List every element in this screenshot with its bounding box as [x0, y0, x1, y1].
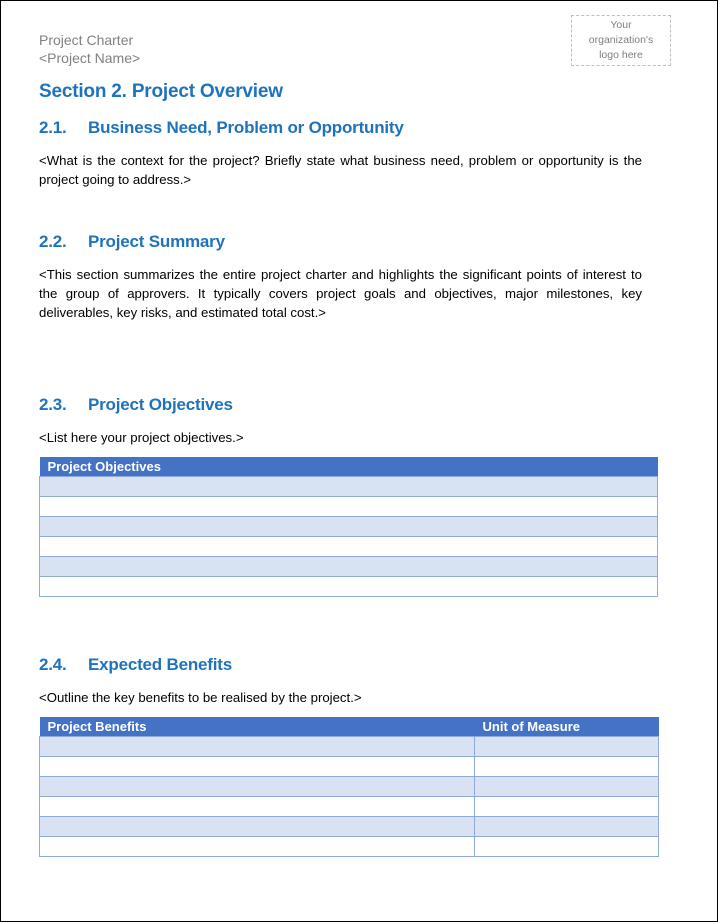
benefits-table: Project Benefits Unit of Measure [39, 717, 659, 857]
table-cell[interactable] [39, 796, 475, 817]
subsection-title: Project Summary [88, 232, 225, 251]
table-cell[interactable] [39, 556, 658, 577]
table-row [39, 556, 658, 577]
table-cell[interactable] [474, 836, 659, 857]
document-title: Project Charter [39, 32, 134, 48]
table-header-project-benefits: Project Benefits [39, 717, 475, 737]
table-cell[interactable] [39, 576, 658, 597]
table-row [39, 536, 658, 557]
table-cell[interactable] [39, 776, 475, 797]
table-row [39, 776, 659, 797]
table-header-unit-of-measure: Unit of Measure [474, 717, 659, 737]
table-cell[interactable] [39, 836, 475, 857]
table-cell[interactable] [474, 776, 659, 797]
table-cell[interactable] [474, 816, 659, 837]
subsection-title: Expected Benefits [88, 655, 232, 674]
subsection-title: Business Need, Problem or Opportunity [88, 118, 404, 137]
subsection-number: 2.3. [39, 395, 67, 414]
subsection-number: 2.4. [39, 655, 67, 674]
table-row [39, 756, 659, 777]
subsection-body-2-3: <List here your project objectives.> [39, 430, 244, 445]
table-row [39, 836, 659, 857]
table-row [39, 516, 658, 537]
table-cell[interactable] [39, 476, 658, 497]
table-header-project-objectives: Project Objectives [39, 457, 658, 477]
table-row [39, 796, 659, 817]
table-cell[interactable] [474, 756, 659, 777]
table-cell[interactable] [474, 796, 659, 817]
project-name: <Project Name> [39, 50, 141, 66]
table-cell[interactable] [39, 816, 475, 837]
subsection-title: Project Objectives [88, 395, 233, 414]
table-row [39, 816, 659, 837]
subsection-body-2-2: <This section summarizes the entire proj… [39, 267, 642, 320]
table-cell[interactable] [39, 756, 475, 777]
subsection-heading-2-4: 2.4. Expected Benefits [39, 655, 232, 675]
table-row [39, 576, 658, 597]
subsection-number: 2.2. [39, 232, 67, 251]
subsection-heading-2-3: 2.3. Project Objectives [39, 395, 233, 415]
subsection-number: 2.1. [39, 118, 67, 137]
table-row [39, 736, 659, 757]
table-cell[interactable] [39, 516, 658, 537]
table-row [39, 476, 658, 497]
subsection-heading-2-1: 2.1. Business Need, Problem or Opportunit… [39, 118, 404, 138]
table-cell[interactable] [39, 736, 475, 757]
table-cell[interactable] [39, 536, 658, 557]
subsection-heading-2-2: 2.2. Project Summary [39, 232, 225, 252]
objectives-table: Project Objectives [39, 457, 658, 597]
table-row [39, 496, 658, 517]
logo-placeholder: Your organization's logo here [571, 15, 671, 66]
subsection-body-2-1: <What is the context for the project? Br… [39, 153, 642, 187]
document-page: Project Charter <Project Name> Your orga… [0, 0, 718, 922]
subsection-body-2-4: <Outline the key benefits to be realised… [39, 690, 362, 705]
table-cell[interactable] [474, 736, 659, 757]
section-title: Section 2. Project Overview [39, 81, 283, 102]
table-cell[interactable] [39, 496, 658, 517]
